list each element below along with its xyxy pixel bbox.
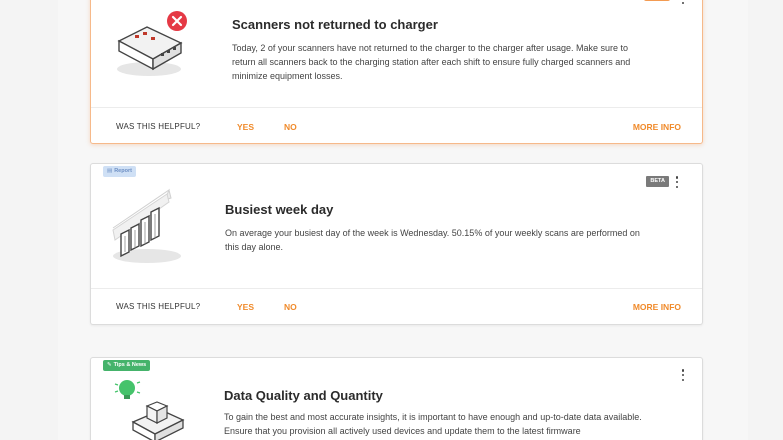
insights-feed: Scanners not returned to charger Today, … xyxy=(58,0,748,440)
card-menu-button[interactable] xyxy=(678,0,688,5)
more-info-button[interactable]: MORE INFO xyxy=(633,122,681,132)
card-divider xyxy=(91,288,702,289)
card-title: Scanners not returned to charger xyxy=(232,17,438,32)
report-tag-label: Report xyxy=(114,168,132,174)
insight-card-data-quality: ✎ Tips & News Data Quality and Quantity … xyxy=(90,357,703,440)
card-divider xyxy=(91,107,702,108)
more-info-button[interactable]: MORE INFO xyxy=(633,302,681,312)
report-icon: ▤ xyxy=(107,168,113,174)
report-tag: ▤ Report xyxy=(103,166,136,177)
right-gutter xyxy=(748,0,783,440)
card-body: To gain the best and most accurate insig… xyxy=(224,412,642,436)
tips-icon: ✎ xyxy=(107,362,112,368)
card-menu-button[interactable] xyxy=(672,175,682,189)
scanner-error-icon xyxy=(117,11,187,76)
insight-card-scanners-not-returned: Scanners not returned to charger Today, … xyxy=(90,0,703,144)
helpful-label: WAS THIS HELPFUL? xyxy=(116,302,201,311)
no-button[interactable]: NO xyxy=(284,302,297,312)
left-gutter xyxy=(0,0,58,440)
insight-card-busiest-week-day: ▤ Report BETA Busiest week day On averag… xyxy=(90,163,703,325)
card-body: Today, 2 of your scanners have not retur… xyxy=(232,43,631,81)
alert-indicator xyxy=(644,0,670,1)
card-title: Data Quality and Quantity xyxy=(224,388,383,403)
helpful-label: WAS THIS HELPFUL? xyxy=(116,122,201,131)
bar-chart-growth-icon xyxy=(112,188,181,263)
card-menu-button[interactable] xyxy=(678,368,688,382)
card-title: Busiest week day xyxy=(225,202,334,217)
beta-badge: BETA xyxy=(646,176,669,187)
yes-button[interactable]: YES xyxy=(237,122,254,132)
tips-tag-label: Tips & News xyxy=(113,362,147,368)
yes-button[interactable]: YES xyxy=(237,302,254,312)
lightbulb-boxes-icon xyxy=(114,380,185,440)
card-body: On average your busiest day of the week … xyxy=(225,228,640,252)
tips-tag: ✎ Tips & News xyxy=(103,360,151,371)
no-button[interactable]: NO xyxy=(284,122,297,132)
